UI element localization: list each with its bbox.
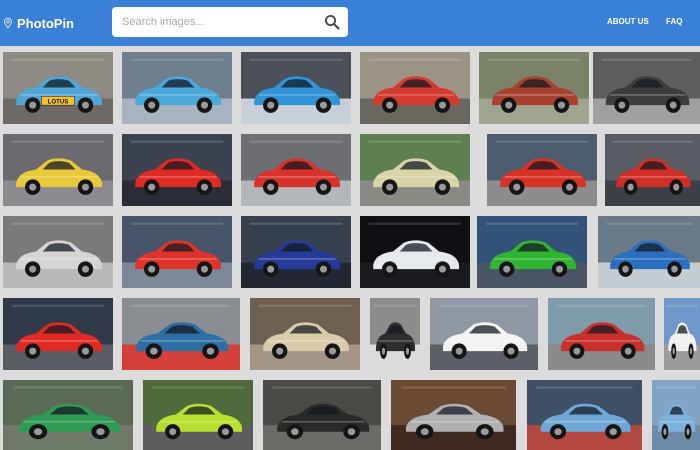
car-photo: [3, 134, 113, 206]
car-photo: [250, 298, 360, 370]
license-plate-text: LOTUS: [48, 99, 68, 105]
photo-thumbnail[interactable]: [391, 380, 516, 450]
car-photo: [370, 298, 420, 370]
photo-thumbnail[interactable]: [241, 216, 351, 288]
search-box: [112, 7, 348, 37]
photo-thumbnail[interactable]: [3, 298, 113, 370]
photo-thumbnail[interactable]: LOTUS: [3, 52, 113, 124]
photo-thumbnail[interactable]: [477, 216, 587, 288]
photo-thumbnail[interactable]: [370, 298, 420, 370]
nav-faq-link[interactable]: FAQ: [666, 17, 682, 26]
car-photo: [391, 380, 516, 450]
car-photo: [527, 380, 642, 450]
photo-grid: LOTUS: [0, 46, 700, 450]
photo-thumbnail[interactable]: [548, 298, 655, 370]
car-photo: [477, 216, 587, 288]
app-name: PhotoPin: [16, 15, 74, 31]
car-photo: [122, 52, 232, 124]
car-photo: [664, 298, 700, 370]
photo-thumbnail[interactable]: [487, 134, 597, 206]
car-photo: [360, 134, 470, 206]
car-photo: [360, 216, 470, 288]
photo-thumbnail[interactable]: [241, 134, 351, 206]
search-input[interactable]: [122, 13, 317, 31]
photo-thumbnail[interactable]: [360, 134, 470, 206]
nav-about-us-link[interactable]: ABOUT US: [607, 17, 649, 26]
photo-thumbnail[interactable]: [263, 380, 381, 450]
car-photo: [3, 380, 133, 450]
photo-thumbnail[interactable]: [143, 380, 253, 450]
photo-thumbnail[interactable]: [3, 134, 113, 206]
car-photo: [3, 216, 113, 288]
car-photo: [605, 134, 700, 206]
car-photo: [487, 134, 597, 206]
photo-thumbnail[interactable]: [664, 298, 700, 370]
car-photo: [241, 216, 351, 288]
photo-thumbnail[interactable]: [122, 134, 232, 206]
photo-thumbnail[interactable]: [430, 298, 538, 370]
car-photo: [430, 298, 538, 370]
photo-thumbnail[interactable]: [3, 380, 133, 450]
search-icon[interactable]: [324, 14, 340, 30]
car-photo: [593, 52, 700, 124]
car-photo: [652, 380, 700, 450]
photo-thumbnail[interactable]: [527, 380, 642, 450]
car-photo: LOTUS: [3, 52, 113, 124]
photo-thumbnail[interactable]: [3, 216, 113, 288]
photo-thumbnail[interactable]: [250, 298, 360, 370]
photo-thumbnail[interactable]: [360, 52, 470, 124]
photo-thumbnail[interactable]: [598, 216, 700, 288]
map-pin-icon: [4, 17, 12, 29]
car-photo: [122, 216, 232, 288]
car-photo: [598, 216, 700, 288]
car-photo: [122, 298, 240, 370]
photo-thumbnail[interactable]: [360, 216, 470, 288]
car-photo: [143, 380, 253, 450]
photo-thumbnail[interactable]: [479, 52, 589, 124]
car-photo: [548, 298, 655, 370]
car-photo: [263, 380, 381, 450]
car-photo: [479, 52, 589, 124]
photo-thumbnail[interactable]: [122, 52, 232, 124]
photopin-logo[interactable]: PhotoPin: [4, 9, 74, 37]
photo-thumbnail[interactable]: [593, 52, 700, 124]
car-photo: [360, 52, 470, 124]
photo-thumbnail[interactable]: [241, 52, 351, 124]
top-bar: PhotoPin ABOUT US FAQ: [0, 0, 700, 46]
car-photo: [3, 298, 113, 370]
car-photo: [241, 52, 351, 124]
photo-thumbnail[interactable]: [122, 298, 240, 370]
car-photo: [122, 134, 232, 206]
photo-thumbnail[interactable]: [652, 380, 700, 450]
photo-thumbnail[interactable]: [122, 216, 232, 288]
car-photo: [241, 134, 351, 206]
photo-thumbnail[interactable]: [605, 134, 700, 206]
